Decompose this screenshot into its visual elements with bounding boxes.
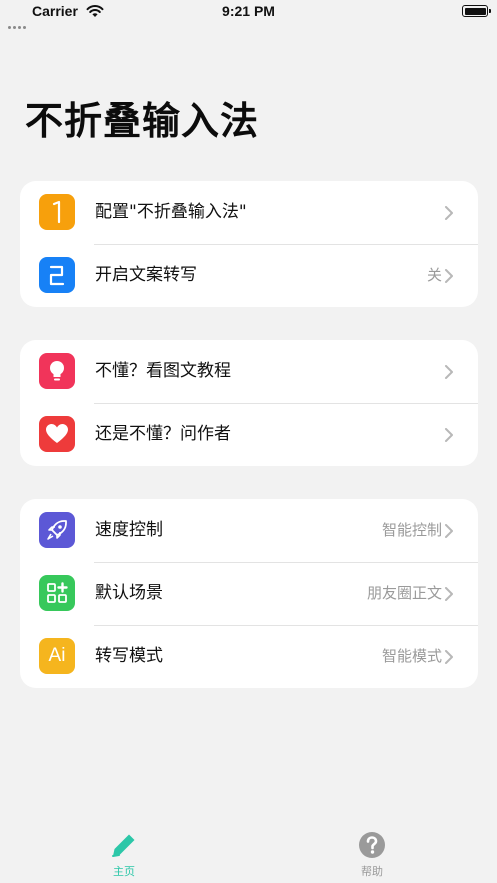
enable-rewrite-row[interactable]: 开启文案转写 关 — [20, 244, 478, 307]
tab-home[interactable]: 主页 — [74, 831, 174, 879]
battery-icon — [462, 5, 491, 17]
pencil-icon — [112, 834, 135, 857]
lightbulb-icon — [39, 353, 75, 389]
tutorial-label: 不懂？看图文教程 — [95, 361, 231, 381]
chevron-right-icon — [445, 524, 453, 538]
grid-plus-icon — [39, 575, 75, 611]
ask-author-label: 还是不懂？问作者 — [95, 424, 231, 444]
rocket-icon — [39, 512, 75, 548]
number-1-icon — [39, 194, 75, 230]
ai-icon: Ai — [39, 638, 75, 674]
question-icon — [359, 832, 385, 858]
rewrite-mode-row[interactable]: Ai 转写模式 智能模式 — [20, 625, 478, 688]
configure-keyboard-row[interactable]: 配置"不折叠输入法" — [20, 181, 478, 244]
configure-keyboard-label: 配置"不折叠输入法" — [95, 202, 247, 222]
status-bar: Carrier 9:21 PM — [0, 0, 497, 29]
chevron-right-icon — [445, 650, 453, 664]
speed-control-value: 智能控制 — [381, 521, 442, 539]
page-title: 不折叠输入法 — [25, 99, 260, 143]
chevron-right-icon — [445, 269, 453, 283]
default-scene-row[interactable]: 默认场景 朋友圈正文 — [20, 562, 478, 625]
enable-rewrite-label: 开启文案转写 — [95, 265, 197, 285]
default-scene-label: 默认场景 — [95, 583, 163, 603]
speed-control-label: 速度控制 — [95, 520, 163, 540]
settings-section: 速度控制 智能控制 默认场景 朋友圈正文 Ai 转写模式 智能模式 — [20, 499, 478, 688]
rewrite-mode-label: 转写模式 — [95, 646, 163, 666]
help-section: 不懂？看图文教程 还是不懂？问作者 — [20, 340, 478, 466]
rewrite-mode-value: 智能模式 — [381, 647, 442, 665]
chevron-right-icon — [445, 365, 453, 379]
tab-bar: 主页 帮助 — [0, 823, 497, 883]
tab-home-label: 主页 — [113, 865, 135, 878]
enable-rewrite-value: 关 — [426, 266, 442, 284]
number-2-icon — [39, 257, 75, 293]
heart-icon — [39, 416, 75, 452]
setup-section: 配置"不折叠输入法" 开启文案转写 关 — [20, 181, 478, 307]
tutorial-row[interactable]: 不懂？看图文教程 — [20, 340, 478, 403]
ask-author-row[interactable]: 还是不懂？问作者 — [20, 403, 478, 466]
default-scene-value: 朋友圈正文 — [366, 584, 442, 602]
chevron-right-icon — [445, 587, 453, 601]
speed-control-row[interactable]: 速度控制 智能控制 — [20, 499, 478, 562]
ai-icon-text: Ai — [48, 645, 66, 666]
chevron-right-icon — [445, 206, 453, 220]
status-time: 9:21 PM — [222, 3, 275, 19]
tab-help[interactable]: 帮助 — [322, 831, 422, 879]
chevron-right-icon — [445, 428, 453, 442]
tab-help-label: 帮助 — [361, 865, 383, 878]
